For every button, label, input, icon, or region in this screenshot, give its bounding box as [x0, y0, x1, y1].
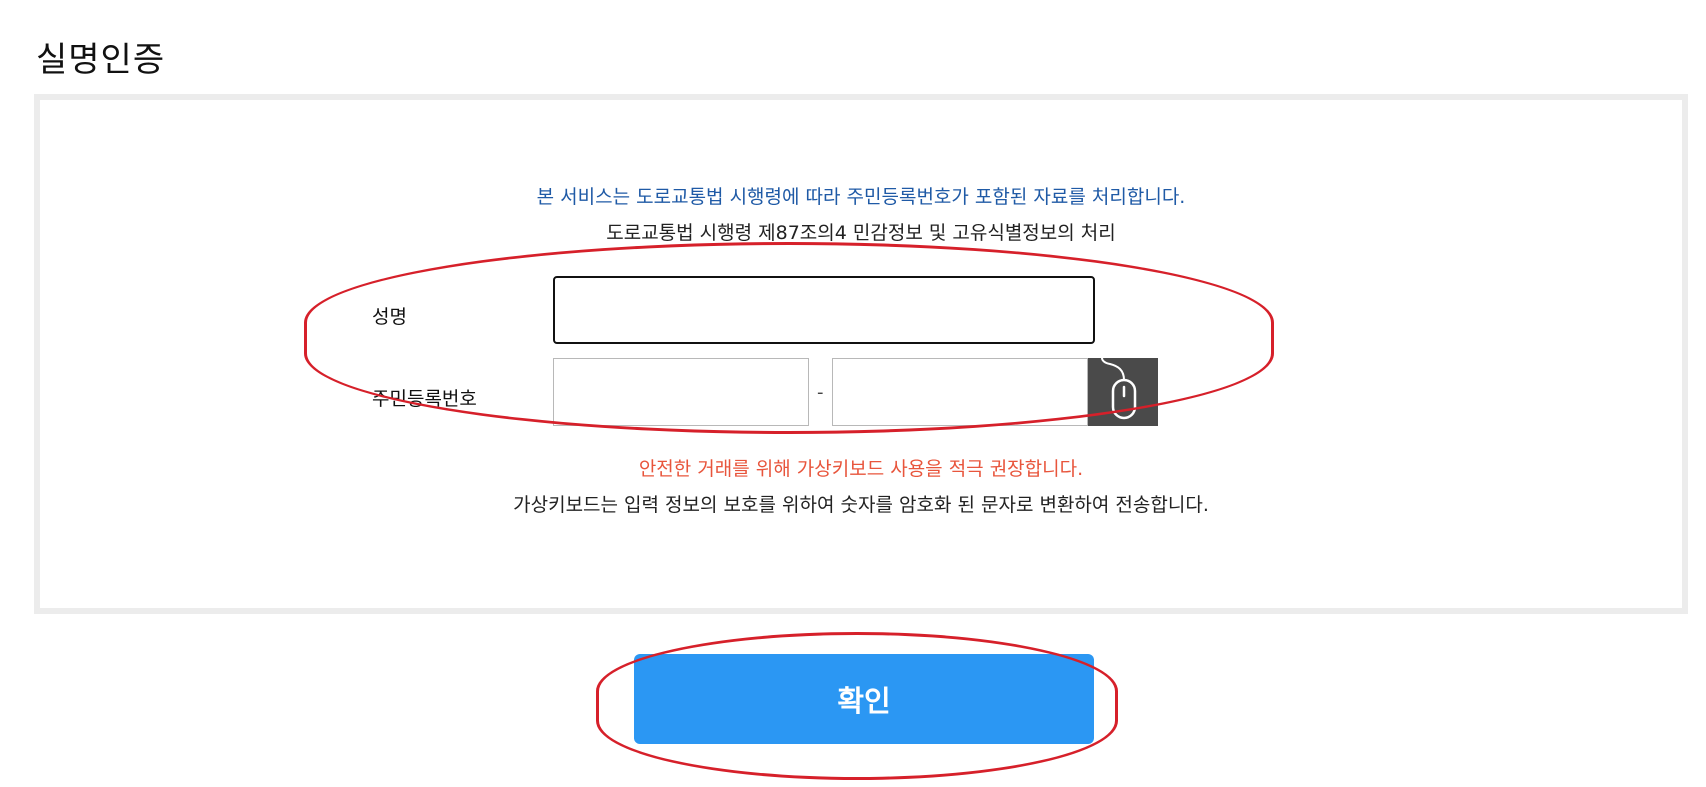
virtual-keyboard-explanation: 가상키보드는 입력 정보의 보호를 위하여 숫자를 암호화 된 문자로 변환하여…	[513, 494, 1209, 516]
rrn-label: 주민등록번호	[372, 388, 477, 410]
virtual-keyboard-recommendation: 안전한 거래를 위해 가상키보드 사용을 적극 권장합니다.	[638, 458, 1084, 480]
service-notice: 본 서비스는 도로교통법 시행령에 따라 주민등록번호가 포함된 자료를 처리합…	[536, 186, 1186, 208]
confirm-button[interactable]: 확인	[634, 654, 1094, 744]
rrn-back-input[interactable]	[832, 358, 1088, 426]
rrn-separator: -	[817, 382, 824, 403]
name-label: 성명	[372, 306, 407, 328]
mouse-icon	[1088, 358, 1158, 426]
verification-panel: 본 서비스는 도로교통법 시행령에 따라 주민등록번호가 포함된 자료를 처리합…	[34, 94, 1688, 614]
name-input[interactable]	[553, 276, 1095, 344]
virtual-keyboard-button[interactable]	[1088, 358, 1158, 426]
page-title: 실명인증	[36, 40, 166, 80]
rrn-front-input[interactable]	[553, 358, 809, 426]
law-notice: 도로교통법 시행령 제87조의4 민감정보 및 고유식별정보의 처리	[606, 222, 1116, 244]
